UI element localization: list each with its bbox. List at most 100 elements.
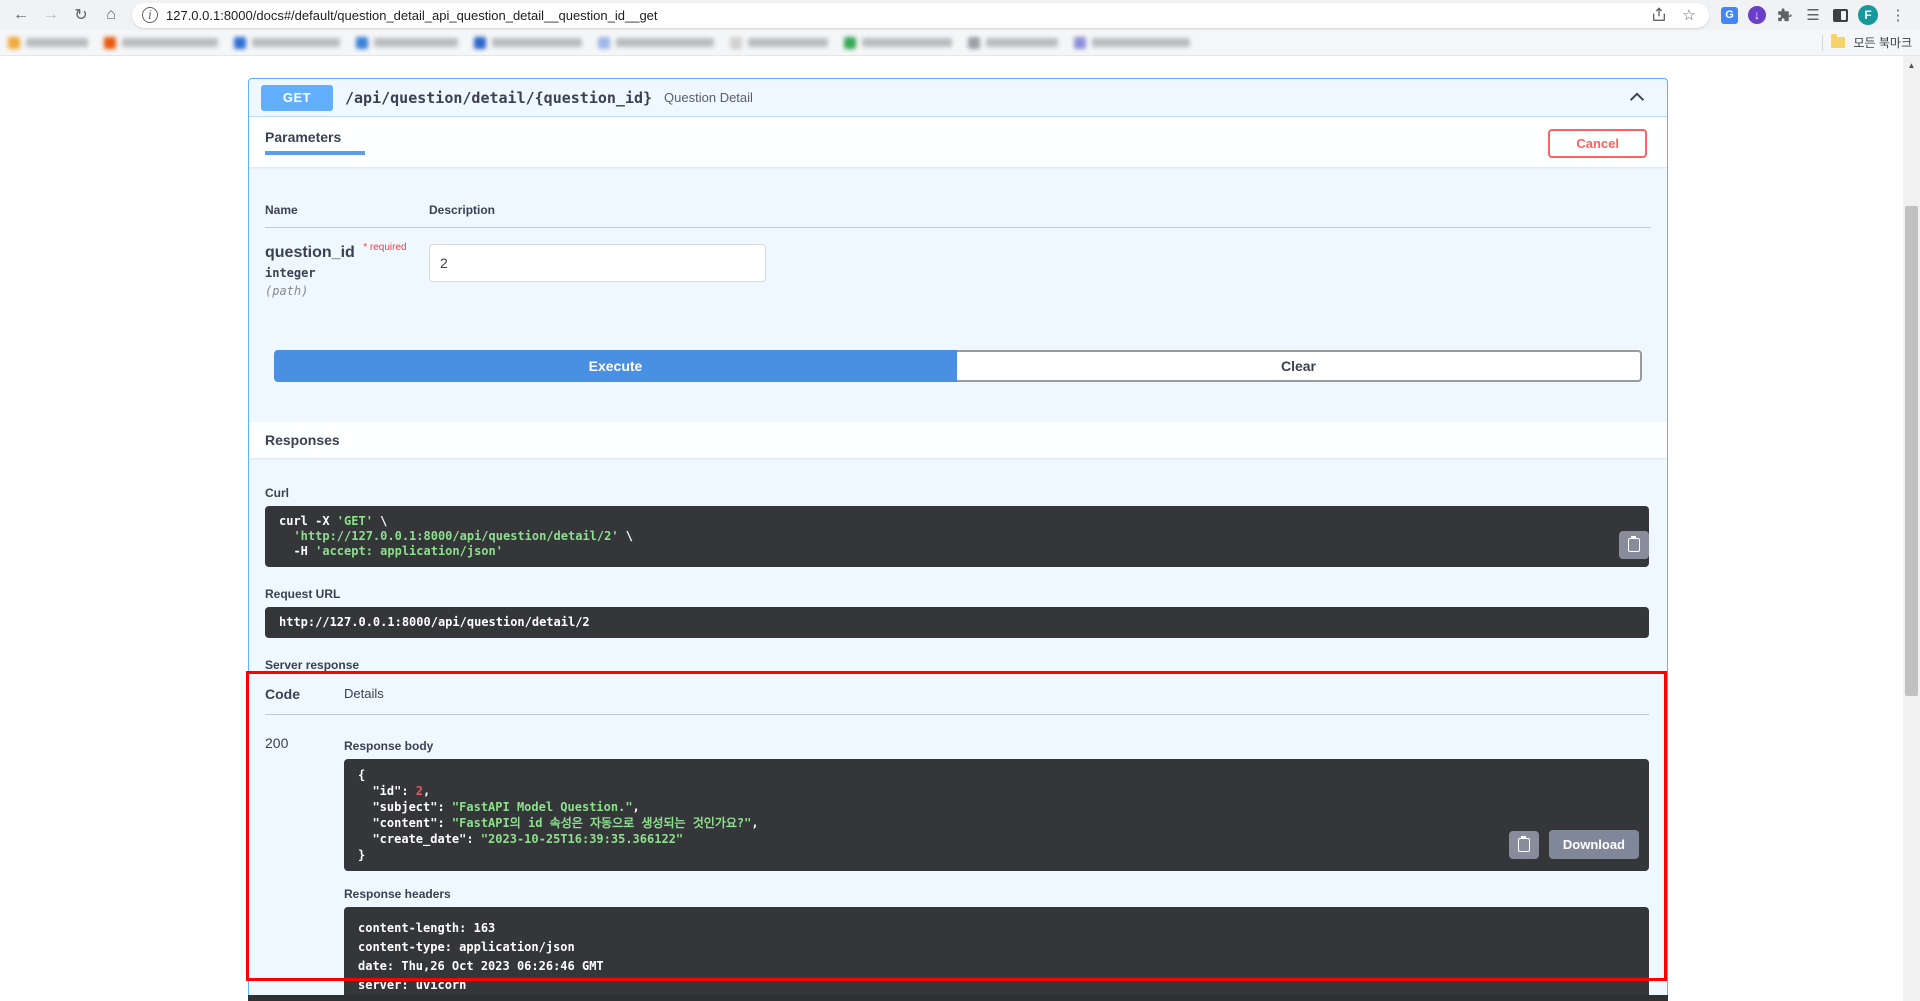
description-column-header: Description <box>429 203 1651 228</box>
bookmark-favicon-icon <box>730 36 742 49</box>
parameter-location: (path) <box>265 284 309 298</box>
bookmark-items <box>8 36 1808 49</box>
response-headers-block: content-length: 163 content-type: applica… <box>344 907 1649 1001</box>
bookmark-title-blur <box>122 38 218 47</box>
bookmark-favicon-icon <box>844 36 856 49</box>
code-column-header: Code <box>265 686 344 715</box>
method-badge: GET <box>261 84 333 111</box>
download-button[interactable]: Download <box>1548 830 1639 859</box>
parameters-area: Name Description question_id * required … <box>249 167 1667 422</box>
required-marker: * required <box>363 242 407 253</box>
bookmark-item[interactable] <box>1074 36 1190 49</box>
clipboard-icon <box>1628 536 1640 552</box>
request-url-block: http://127.0.0.1:8000/api/question/detai… <box>265 607 1649 638</box>
execute-button[interactable]: Execute <box>274 350 957 382</box>
bookmark-title-blur <box>374 38 458 47</box>
clear-button[interactable]: Clear <box>957 350 1642 382</box>
bookmark-title-blur <box>616 38 714 47</box>
all-bookmarks-label[interactable]: 모든 북마크 <box>1853 34 1912 51</box>
bookmark-favicon-icon <box>1074 36 1086 49</box>
bookmark-star-icon[interactable]: ☆ <box>1679 5 1699 25</box>
parameter-type: integer <box>265 266 316 280</box>
reload-icon[interactable]: ↻ <box>68 2 94 28</box>
bookmark-item[interactable] <box>8 36 88 49</box>
home-icon[interactable]: ⌂ <box>98 2 124 28</box>
forward-icon[interactable]: → <box>38 2 64 28</box>
translate-icon[interactable]: G <box>1721 6 1738 24</box>
url-text: 127.0.0.1:8000/docs#/default/question_de… <box>166 7 658 23</box>
profile-avatar[interactable]: F <box>1858 5 1878 25</box>
curl-label: Curl <box>265 486 289 500</box>
side-panel-icon[interactable] <box>1833 8 1848 22</box>
bookmark-favicon-icon <box>8 36 20 49</box>
bookmark-item[interactable] <box>234 36 340 49</box>
downloads-icon[interactable]: ↓ <box>1748 6 1766 24</box>
page-scrollbar[interactable]: ▲ <box>1903 56 1920 1001</box>
bookmark-title-blur <box>26 38 88 47</box>
tab-parameters[interactable]: Parameters <box>265 129 366 155</box>
bookmark-item[interactable] <box>968 36 1058 49</box>
request-url-label: Request URL <box>265 587 341 601</box>
bookmark-item[interactable] <box>730 36 828 49</box>
question-id-input[interactable] <box>429 244 766 282</box>
copy-response-button[interactable] <box>1508 830 1539 859</box>
bookmark-item[interactable] <box>104 36 218 49</box>
site-info-icon[interactable]: i <box>142 7 158 23</box>
scrollbar-up-arrow[interactable]: ▲ <box>1903 58 1920 73</box>
share-icon[interactable] <box>1651 7 1667 23</box>
next-code-block-peek <box>248 995 1668 1001</box>
bookmark-favicon-icon <box>234 36 246 49</box>
parameter-value-cell <box>429 228 1651 298</box>
bookmark-favicon-icon <box>598 36 610 49</box>
name-column-header: Name <box>265 203 429 228</box>
endpoint-path: /api/question/detail/{question_id} <box>345 88 653 107</box>
browser-toolbar: ← → ↻ ⌂ i 127.0.0.1:8000/docs#/default/q… <box>0 0 1920 30</box>
server-response-label: Server response <box>265 658 360 672</box>
copy-curl-button[interactable] <box>1619 531 1649 559</box>
clipboard-icon <box>1517 835 1530 852</box>
parameter-name-cell: question_id * required integer (path) <box>265 228 429 298</box>
bookmark-title-blur <box>1092 38 1190 47</box>
bookmark-favicon-icon <box>474 36 486 49</box>
bookmark-title-blur <box>862 38 952 47</box>
bookmark-item[interactable] <box>356 36 458 49</box>
opblock-get: GET /api/question/detail/{question_id} Q… <box>248 78 1668 1001</box>
scrollbar-thumb[interactable] <box>1905 206 1918 696</box>
execute-row: Execute Clear <box>274 350 1642 382</box>
address-bar[interactable]: i 127.0.0.1:8000/docs#/default/question_… <box>132 2 1709 28</box>
bookmark-item[interactable] <box>474 36 582 49</box>
swagger-opblock-container: GET /api/question/detail/{question_id} Q… <box>248 78 1668 1001</box>
bookmark-favicon-icon <box>356 36 368 49</box>
collapse-chevron-icon[interactable] <box>1619 85 1655 111</box>
bookmark-item[interactable] <box>844 36 952 49</box>
response-details-cell: Response body { "id": 2, "subject": "Fas… <box>344 715 1649 1001</box>
menu-kebab-icon[interactable]: ⋮ <box>1888 5 1908 25</box>
details-column-header: Details <box>344 686 1649 715</box>
status-code: 200 <box>265 735 289 751</box>
endpoint-summary: Question Detail <box>664 90 753 105</box>
bookmarks-bar: 모든 북마크 <box>0 30 1920 56</box>
back-icon[interactable]: ← <box>8 2 34 28</box>
response-body-block: { "id": 2, "subject": "FastAPI Model Que… <box>344 759 1649 871</box>
bookmarks-separator <box>1822 34 1824 51</box>
bookmark-title-blur <box>986 38 1058 47</box>
bookmark-favicon-icon <box>104 36 116 49</box>
parameters-section-header: Parameters Cancel <box>249 117 1667 167</box>
bookmark-favicon-icon <box>968 36 980 49</box>
response-headers-label: Response headers <box>344 887 451 901</box>
extension-list-icon[interactable]: ☰ <box>1803 5 1823 25</box>
server-response-table: Code Details 200 Response body { "id": 2… <box>265 686 1649 1001</box>
swagger-docs-page: GET /api/question/detail/{question_id} Q… <box>0 56 1920 1001</box>
curl-code-block: curl -X 'GET' \ 'http://127.0.0.1:8000/a… <box>265 506 1649 567</box>
bookmark-item[interactable] <box>598 36 714 49</box>
bookmark-title-blur <box>492 38 582 47</box>
bookmark-title-blur <box>252 38 340 47</box>
extensions-puzzle-icon[interactable] <box>1776 7 1793 24</box>
cancel-button[interactable]: Cancel <box>1548 129 1647 158</box>
responses-section-header: Responses <box>249 422 1667 458</box>
responses-inner: Curl curl -X 'GET' \ 'http://127.0.0.1:8… <box>249 458 1667 1001</box>
response-body-label: Response body <box>344 739 434 753</box>
opblock-summary[interactable]: GET /api/question/detail/{question_id} Q… <box>249 79 1667 117</box>
bookmark-title-blur <box>748 38 828 47</box>
parameter-name: question_id <box>265 244 355 261</box>
